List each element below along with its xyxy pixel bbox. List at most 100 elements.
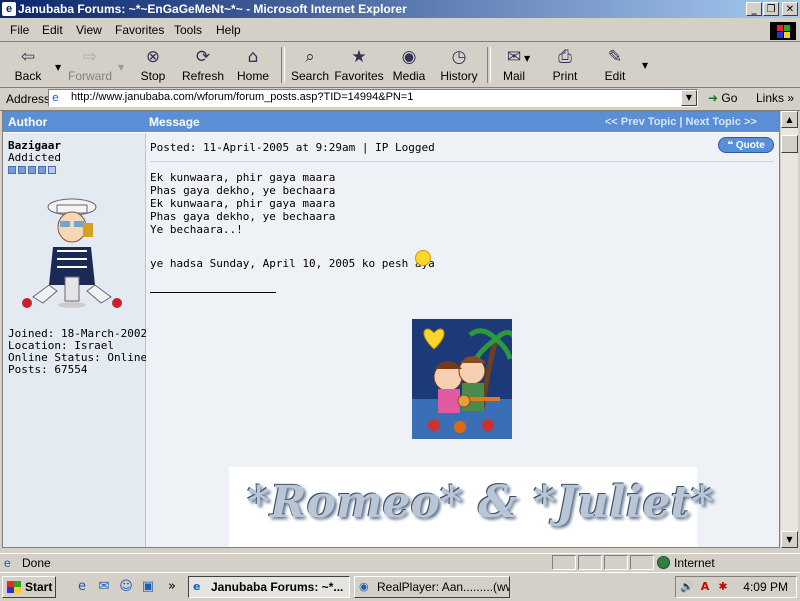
vertical-scrollbar[interactable]: ▲ ▼ [781, 111, 798, 548]
scroll-down-icon[interactable]: ▼ [781, 531, 798, 548]
page-icon: e [52, 91, 59, 104]
menu-file[interactable]: File [10, 23, 29, 37]
post-body-line: ye hadsa Sunday, April 10, 2005 ko pesh … [150, 257, 435, 270]
stop-icon: ⊗ [145, 47, 161, 67]
smiley-icon [415, 250, 431, 266]
title-bar[interactable]: e Janubaba Forums: ~*~EnGaGeMeNt~*~ - Mi… [0, 0, 800, 18]
post-divider [150, 161, 774, 162]
stop-button[interactable]: ⊗ Stop [127, 45, 179, 85]
media-icon: ◉ [401, 47, 417, 67]
status-panel [552, 555, 576, 570]
rank-star-icon [48, 166, 56, 174]
forward-button[interactable]: ⇨ Forward [64, 45, 116, 85]
rank-star-icon [28, 166, 36, 174]
favorites-button[interactable]: ★ Favorites [332, 45, 386, 85]
nav-separator: | [679, 116, 683, 128]
status-bar: e Done Internet [0, 553, 800, 572]
status-panel [578, 555, 602, 570]
edit-dropdown-icon[interactable]: ▼ [642, 61, 648, 70]
print-button[interactable]: ⎙ Print [539, 45, 591, 85]
mail-icon: ✉ [506, 47, 522, 67]
search-button[interactable]: ⌕ Search [284, 45, 336, 85]
mail-button[interactable]: ✉ Mail [488, 45, 540, 85]
close-button[interactable]: ✕ [782, 2, 798, 16]
topic-nav: << Prev Topic | Next Topic >> [605, 116, 757, 128]
home-icon: ⌂ [247, 47, 259, 67]
home-button[interactable]: ⌂ Home [227, 45, 279, 85]
signature-line [150, 292, 276, 293]
minimize-button[interactable]: _ [746, 2, 762, 16]
history-button[interactable]: ◷ History [433, 45, 485, 85]
menu-view[interactable]: View [76, 23, 102, 37]
forum-header-row: Author Message << Prev Topic | Next Topi… [3, 112, 779, 132]
mail-dropdown-icon[interactable]: ▼ [524, 54, 530, 63]
printer-icon: ⎙ [558, 47, 572, 67]
address-url[interactable]: http://www.janubaba.com/wforum/forum_pos… [71, 91, 413, 103]
menu-favorites[interactable]: Favorites [115, 23, 164, 37]
romeo-juliet-banner-image: *Romeo* & *Juliet* [229, 467, 714, 547]
message-panel: Posted: 11-April-2005 at 9:29am | IP Log… [146, 133, 779, 547]
page-content: Author Message << Prev Topic | Next Topi… [2, 111, 780, 548]
author-column-header: Author [8, 115, 48, 129]
edit-icon: ✎ [607, 47, 623, 67]
quote-icon: ❝ [727, 140, 734, 151]
edit-button[interactable]: ✎ Edit [589, 45, 641, 85]
message-column-header: Message [149, 115, 200, 129]
author-details: Joined: 18-March-2002 Location: Israel O… [8, 327, 148, 376]
scroll-up-icon[interactable]: ▲ [781, 111, 798, 128]
menu-tools[interactable]: Tools [174, 23, 202, 37]
links-button[interactable]: Links » [756, 91, 794, 105]
system-tray: 🔊 A ✱ 4:09 PM [675, 576, 797, 598]
address-input[interactable]: e http://www.janubaba.com/wforum/forum_p… [48, 89, 698, 107]
rank-star-icon [18, 166, 26, 174]
address-bar: Address e http://www.janubaba.com/wforum… [0, 88, 800, 111]
status-panel [604, 555, 628, 570]
ie-icon: e [193, 580, 201, 593]
go-button[interactable]: ➜ Go [708, 91, 737, 105]
taskbar-item-realplayer[interactable]: ◉ RealPlayer: Aan.........(ww... [354, 576, 510, 598]
back-dropdown-icon[interactable]: ▼ [55, 63, 61, 72]
address-dropdown-icon[interactable]: ▼ [681, 90, 697, 106]
quicklaunch-ie-icon[interactable]: e [74, 579, 90, 595]
toolbar: ⇦ Back ▼ ⇨ Forward ▼ ⊗ Stop ⟳ Refresh ⌂ … [0, 43, 800, 88]
quicklaunch-outlook-icon[interactable]: ✉ [96, 579, 112, 595]
taskbar-item-ie[interactable]: e Janubaba Forums: ~*... [188, 576, 350, 598]
media-button[interactable]: ◉ Media [383, 45, 435, 85]
forward-dropdown-icon[interactable]: ▼ [118, 63, 124, 72]
clock[interactable]: 4:09 PM [743, 580, 788, 594]
status-text: Done [22, 556, 51, 570]
windows-logo-icon [770, 22, 796, 40]
back-arrow-icon: ⇦ [20, 47, 36, 67]
start-button[interactable]: Start [2, 576, 56, 598]
antivirus-icon[interactable]: A [698, 580, 712, 594]
search-icon: ⌕ [305, 47, 315, 67]
rank-star-icon [8, 166, 16, 174]
next-topic-link[interactable]: Next Topic >> [686, 116, 757, 128]
internet-globe-icon [657, 556, 670, 569]
rank-star-icon [38, 166, 46, 174]
post-meta: Posted: 11-April-2005 at 9:29am | IP Log… [150, 141, 435, 154]
chevron-right-icon: » [787, 91, 795, 105]
menu-help[interactable]: Help [216, 23, 241, 37]
quicklaunch-messenger-icon[interactable]: ☺ [118, 579, 134, 595]
menu-edit[interactable]: Edit [42, 23, 63, 37]
post-body-lyrics: Ek kunwaara, phir gaya maara Phas gaya d… [150, 171, 336, 236]
scroll-thumb[interactable] [781, 135, 798, 153]
prev-topic-link[interactable]: << Prev Topic [605, 116, 676, 128]
maximize-button[interactable]: ❐ [763, 2, 779, 16]
status-panel [630, 555, 654, 570]
address-label: Address [6, 92, 51, 106]
chevron-right-icon[interactable]: » [164, 579, 180, 595]
ie-icon: e [2, 2, 16, 16]
security-zone: Internet [674, 556, 715, 570]
back-button[interactable]: ⇦ Back [2, 45, 54, 85]
network-icon[interactable]: ✱ [716, 580, 730, 594]
refresh-button[interactable]: ⟳ Refresh [177, 45, 229, 85]
author-avatar [22, 198, 122, 308]
volume-icon[interactable]: 🔊 [680, 580, 694, 594]
author-panel: Bazigaar Addicted Joined: 18-March-2002 … [3, 133, 148, 547]
quicklaunch-desktop-icon[interactable]: ▣ [140, 579, 156, 595]
window-title: Janubaba Forums: ~*~EnGaGeMeNt~*~ - Micr… [18, 2, 407, 16]
quote-button[interactable]: ❝ Quote [718, 137, 774, 153]
history-icon: ◷ [451, 47, 467, 67]
